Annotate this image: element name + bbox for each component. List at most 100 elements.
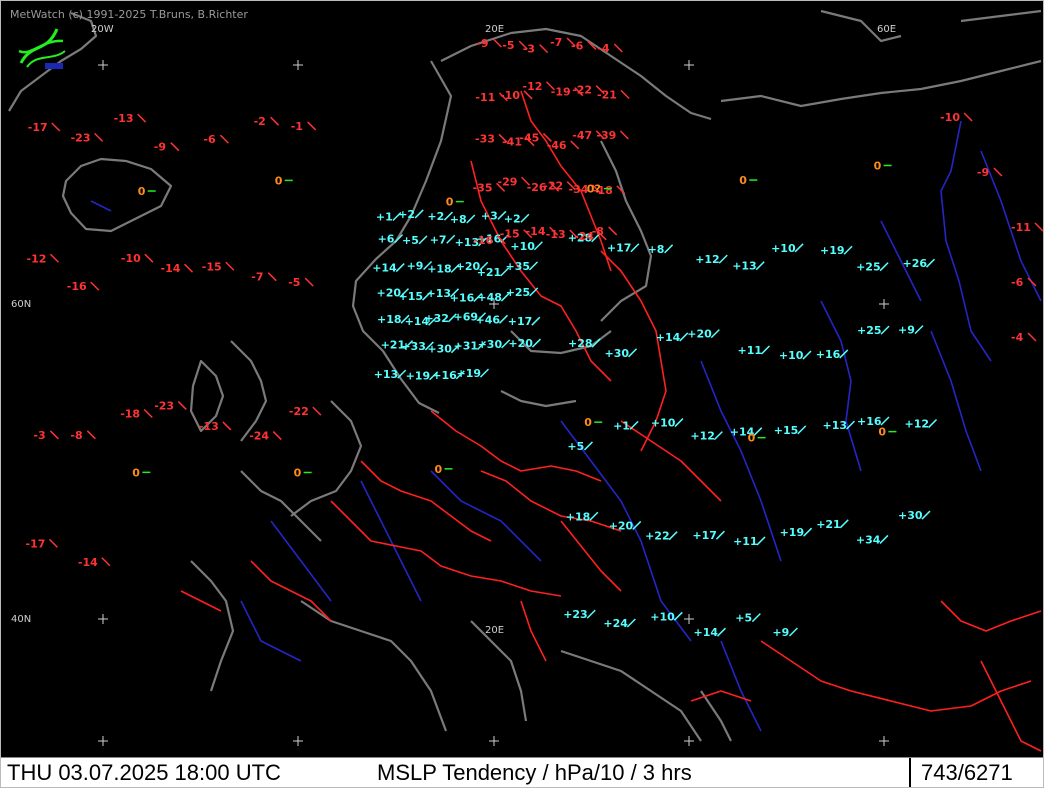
footer-divider: [909, 758, 911, 787]
tendency-value: -7: [251, 271, 263, 284]
tendency-value: 0: [878, 426, 886, 439]
tendency-value: +21: [816, 518, 841, 531]
tendency-value: -23: [71, 131, 91, 144]
tendency-value: +9: [772, 626, 789, 639]
tendency-value: +19: [406, 370, 431, 383]
tendency-value: 0: [138, 185, 146, 198]
tendency-value: -15: [500, 228, 520, 241]
tendency-value: +23: [563, 608, 588, 621]
tendency-value: +11: [733, 535, 758, 548]
tendency-value: -22: [289, 405, 309, 418]
tendency-value: -6: [203, 133, 216, 146]
tendency-value: -17: [28, 121, 48, 134]
tendency-value: -46: [547, 139, 567, 152]
tendency-value: +1: [613, 419, 630, 432]
tendency-value: 0: [748, 432, 756, 445]
tendency-value: +2: [427, 210, 444, 223]
tendency-value: +13: [823, 419, 848, 432]
tendency-value: +1: [376, 211, 393, 224]
tendency-value: -29: [498, 175, 518, 188]
tendency-value: -14: [78, 556, 98, 569]
tendency-value: -23: [154, 399, 174, 412]
tendency-value: +30: [478, 338, 503, 351]
tendency-value: -16: [67, 280, 87, 293]
tendency-value: -8: [592, 225, 604, 238]
tendency-value: +30: [427, 343, 452, 356]
lon-label-20e-south: 20E: [485, 625, 504, 636]
tendency-value: +30: [898, 509, 923, 522]
tendency-value: +2: [504, 212, 521, 225]
tendency-value: -45: [519, 131, 539, 144]
tendency-value: -3: [33, 429, 45, 442]
tendency-value: +12: [905, 418, 930, 431]
tendency-value: -12: [27, 252, 47, 265]
tendency-value: +19: [820, 244, 845, 257]
tendency-value: +18: [566, 510, 591, 523]
tendency-value: -4: [597, 42, 610, 55]
tendency-value: +35: [506, 260, 531, 273]
tendency-value: +15: [399, 290, 424, 303]
weather-map[interactable]: 20W 20E 60E 60N 40N 20E +1 +2 +2 +8 +3 +2+6 +5…: [1, 1, 1043, 757]
tendency-value: +7: [430, 233, 447, 246]
tendency-value: +8: [648, 243, 665, 256]
tendency-value: 0: [132, 466, 140, 479]
tendency-value: +24: [603, 617, 628, 630]
tendency-value: +9: [407, 260, 424, 273]
tendency-value: +11: [738, 344, 763, 357]
status-footer: THU 03.07.2025 18:00 UTC MSLP Tendency /…: [1, 757, 1043, 787]
tendency-value: -33: [475, 132, 495, 145]
tendency-value: +31: [454, 340, 479, 353]
tendency-value: 0: [446, 196, 454, 209]
tendency-value: -19: [551, 86, 571, 99]
tendency-value: -1: [291, 120, 303, 133]
tendency-value: +20: [609, 519, 634, 532]
tendency-value: -14: [526, 225, 546, 238]
tendency-value: 0: [435, 463, 443, 476]
tendency-value: +10: [651, 417, 676, 430]
tendency-value: -3: [523, 43, 535, 56]
tendency-value: +20: [508, 337, 533, 350]
tendency-value: +28: [568, 337, 593, 350]
tendency-value: -24: [249, 430, 269, 443]
tendency-value: -34: [569, 183, 589, 196]
tendency-value: +16: [432, 369, 457, 382]
tendency-value: -35: [473, 181, 493, 194]
tendency-value: -13: [114, 112, 134, 125]
tendency-value: +22: [645, 530, 670, 543]
tendency-value: +14: [694, 626, 719, 639]
lon-label-60e: 60E: [877, 24, 896, 35]
tendency-value: 0: [874, 160, 882, 173]
tendency-value: +25: [857, 324, 882, 337]
tendency-value: +10: [771, 242, 796, 255]
tendency-value: -9: [476, 37, 488, 50]
tendency-value: -47: [572, 129, 592, 142]
tendency-value: +30: [605, 347, 630, 360]
tendency-value: +8: [450, 213, 467, 226]
lat-label-60n: 60N: [11, 299, 31, 310]
tendency-value: -5: [502, 39, 514, 52]
tendency-value: +13: [374, 368, 399, 381]
tendency-value: -18: [120, 408, 140, 421]
tendency-value: +13: [732, 260, 757, 273]
tendency-value: 0: [294, 467, 302, 480]
tendency-value: -22: [543, 180, 563, 193]
tendency-value: +25: [856, 261, 881, 274]
tendency-value: -15: [202, 260, 222, 273]
tendency-value: +19: [780, 526, 805, 539]
tendency-value: -10: [121, 252, 141, 265]
tendency-value: +10: [510, 240, 535, 253]
tendency-value: -11: [475, 91, 495, 104]
tendency-value: +13: [427, 287, 452, 300]
tendency-value: +32: [424, 312, 449, 325]
tendency-value: +14: [372, 262, 397, 275]
tendency-value: -4: [1011, 331, 1024, 344]
tendency-value: +16: [450, 291, 475, 304]
tendency-value: -9: [977, 166, 989, 179]
map-frame: 20W 20E 60E 60N 40N 20E +1 +2 +2 +8 +3 +2 +6 +5…: [0, 0, 1044, 788]
tendency-value: -21: [597, 88, 617, 101]
tendency-value: -6: [571, 39, 584, 52]
tendency-value: +34: [856, 533, 881, 546]
tendency-value: +17: [692, 529, 717, 542]
tendency-value: -9: [154, 141, 166, 154]
tendency-value: -10: [940, 111, 960, 124]
